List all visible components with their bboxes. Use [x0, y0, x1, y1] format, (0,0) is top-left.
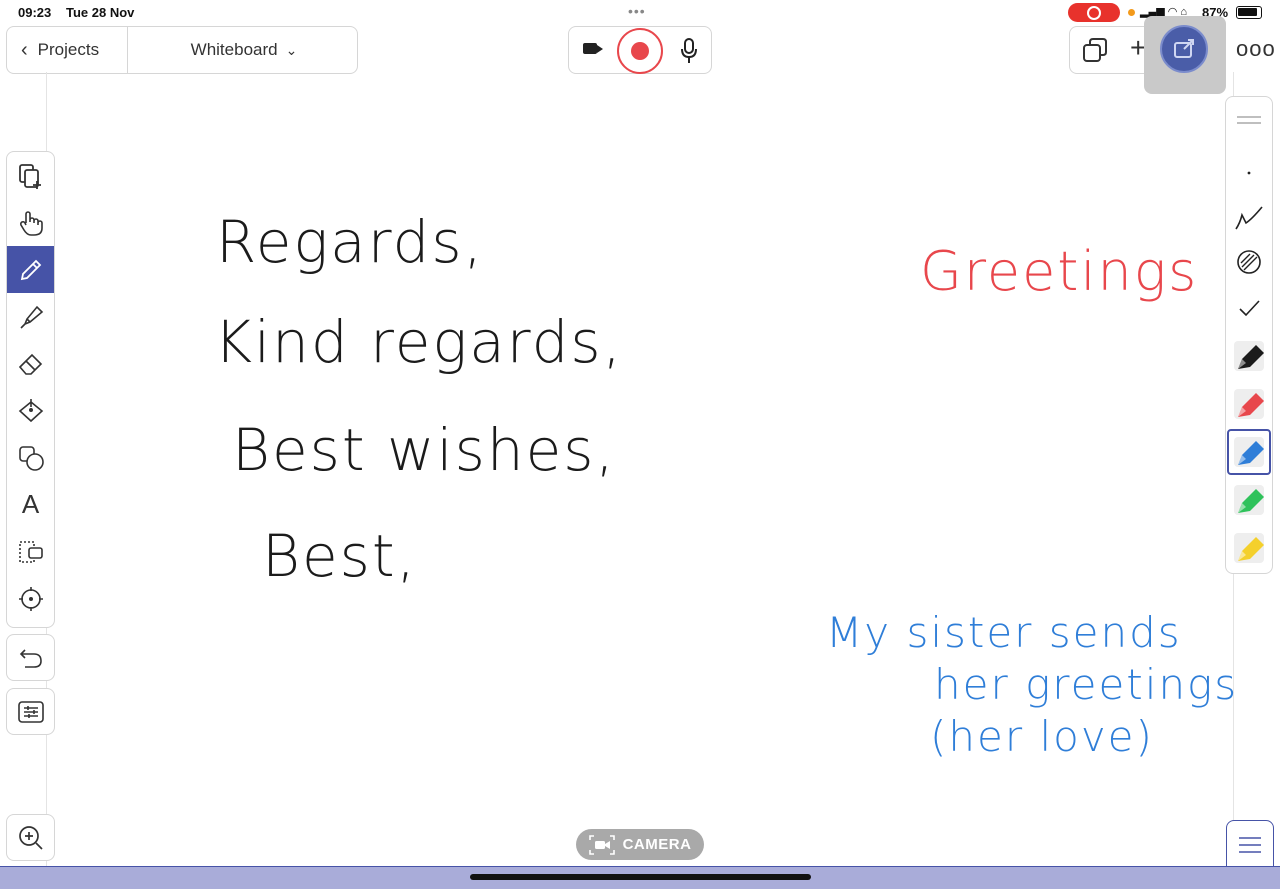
tool-palette: A: [6, 151, 55, 628]
battery-icon: [1236, 6, 1262, 19]
camera-button[interactable]: CAMERA: [576, 829, 704, 860]
marker-icon: [1234, 485, 1264, 515]
undo-icon: [19, 648, 42, 668]
color-swatch-blue[interactable]: [1227, 429, 1271, 475]
add-page-tool[interactable]: [7, 152, 54, 199]
hand-icon: [19, 210, 43, 236]
hand-tool[interactable]: [7, 199, 54, 246]
handwriting-regards: Regards,: [216, 208, 485, 276]
pen-style-button[interactable]: [1226, 193, 1272, 239]
color-swatch-yellow[interactable]: [1226, 525, 1272, 571]
avatar[interactable]: [1160, 25, 1208, 73]
marker-icon: [1234, 437, 1264, 467]
pages-menu-button[interactable]: [1226, 820, 1274, 870]
stroke-width-thin[interactable]: [1226, 147, 1272, 193]
shapes-tool[interactable]: [7, 434, 54, 481]
handwriting-kind-regards: Kind regards,: [214, 308, 624, 376]
pages-overview-icon[interactable]: [1082, 37, 1108, 63]
auto-shape-toggle[interactable]: [1226, 285, 1272, 331]
status-time: 09:23: [18, 5, 52, 20]
screen-recording-indicator-icon[interactable]: [1068, 3, 1120, 22]
text-tool[interactable]: A: [7, 481, 54, 528]
back-to-projects-button[interactable]: ‹ Projects: [7, 27, 128, 73]
color-swatch-green[interactable]: [1226, 477, 1272, 523]
camera-icon: [588, 834, 615, 855]
eraser-tool[interactable]: [7, 340, 54, 387]
palette-drag-handle[interactable]: [1226, 97, 1272, 143]
document-title: Whiteboard: [190, 40, 278, 59]
undo-button[interactable]: [6, 634, 55, 681]
shapes-icon: [18, 445, 44, 471]
zoom-button[interactable]: [6, 814, 55, 861]
drag-handle-icon: [1237, 116, 1261, 124]
more-options-icon[interactable]: ooo: [1236, 38, 1276, 60]
color-swatch-black[interactable]: [1226, 333, 1272, 379]
add-page-icon: [18, 163, 41, 189]
select-icon: [18, 540, 43, 563]
dot-icon: [1247, 171, 1251, 175]
handwriting-greetings: Greetings: [920, 240, 1199, 303]
opacity-button[interactable]: [1226, 239, 1272, 285]
multitasking-dots-icon[interactable]: •••: [628, 3, 646, 19]
eraser-icon: [18, 353, 42, 375]
status-bar: 09:23 Tue 28 Nov ••• ▂▄▆ ◠ ⌂ 87%: [0, 0, 1280, 24]
handwriting-sister-line1: My sister sends: [826, 608, 1182, 657]
handwriting-best-wishes: Best wishes,: [232, 416, 616, 484]
fill-icon: [18, 398, 43, 422]
checkmark-icon: [1239, 300, 1260, 317]
pen-style-icon: [1235, 206, 1263, 230]
color-swatch-red[interactable]: [1226, 381, 1272, 427]
share-icon: [1174, 39, 1194, 58]
fill-tool[interactable]: [7, 387, 54, 434]
select-tool[interactable]: [7, 528, 54, 575]
sliders-icon: [17, 700, 44, 723]
mic-in-use-icon: [1128, 9, 1135, 16]
pen-tool[interactable]: [7, 246, 54, 293]
opacity-icon: [1237, 250, 1261, 274]
marker-icon: [1234, 341, 1264, 371]
settings-panel-button[interactable]: [6, 688, 55, 735]
record-button[interactable]: [617, 28, 663, 74]
marker-icon: [1234, 389, 1264, 419]
pen-icon: [20, 259, 41, 280]
video-camera-icon[interactable]: [583, 43, 603, 54]
text-icon: A: [21, 489, 40, 519]
laser-pointer-icon: [18, 586, 43, 611]
microphone-icon[interactable]: [679, 37, 699, 65]
highlighter-icon: [19, 305, 43, 329]
handwriting-sister-line3: (her love): [930, 712, 1154, 761]
handwriting-best: Best,: [262, 522, 418, 590]
record-dot-icon: [631, 42, 649, 60]
laser-pointer-tool[interactable]: [7, 575, 54, 622]
highlighter-tool[interactable]: [7, 293, 54, 340]
chevron-down-icon: ⌄: [285, 41, 298, 58]
status-date: Tue 28 Nov: [66, 5, 135, 20]
handwriting-sister-line2: her greetings: [934, 660, 1239, 709]
zoom-in-icon: [18, 825, 43, 850]
recording-controls: [568, 26, 712, 74]
chevron-left-icon: ‹: [21, 38, 28, 61]
camera-label: CAMERA: [622, 836, 692, 853]
back-label: Projects: [37, 40, 100, 59]
share-profile-tile[interactable]: [1144, 16, 1226, 94]
menu-lines-icon: [1239, 837, 1261, 853]
document-nav: ‹ Projects Whiteboard ⌄: [6, 26, 358, 74]
document-title-menu[interactable]: Whiteboard ⌄: [129, 27, 359, 73]
home-indicator[interactable]: [470, 874, 811, 880]
marker-icon: [1234, 533, 1264, 563]
pen-settings-palette: [1225, 96, 1273, 574]
